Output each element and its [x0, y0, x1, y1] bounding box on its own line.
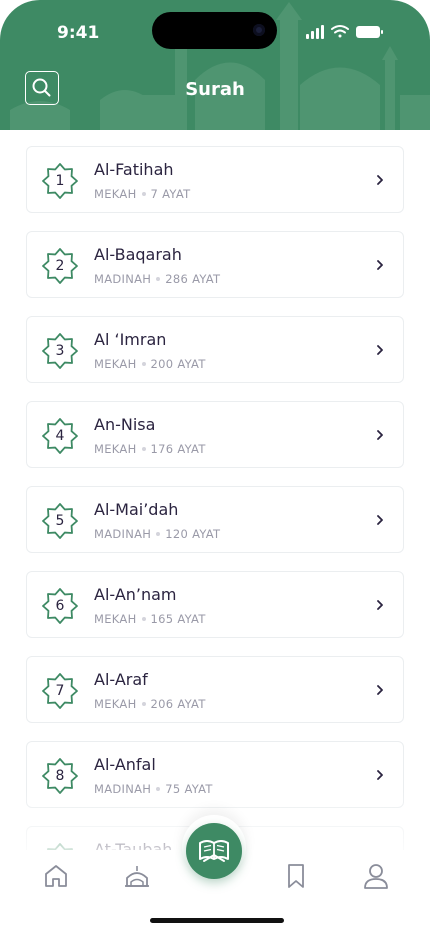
- surah-meta: MEKAH 7 AYAT: [94, 187, 190, 201]
- surah-place: MEKAH: [94, 357, 137, 371]
- surah-card[interactable]: 5 Al-Mai’dah MADINAH 120 AYAT: [26, 486, 404, 553]
- surah-meta: MEKAH 200 AYAT: [94, 357, 206, 371]
- surah-number: 1: [55, 173, 65, 189]
- status-icons: [306, 25, 383, 39]
- surah-card[interactable]: 6 Al-An’nam MEKAH 165 AYAT: [26, 571, 404, 638]
- surah-ayat-count: 200 AYAT: [150, 357, 206, 371]
- separator-dot: [156, 276, 161, 281]
- surah-number-badge: 6: [42, 588, 78, 624]
- header: 9:41 Surah: [0, 0, 430, 130]
- bookmark-icon[interactable]: [280, 860, 312, 892]
- chevron-right-icon: [377, 770, 383, 780]
- separator-dot: [141, 191, 146, 196]
- dynamic-island: [152, 12, 277, 49]
- separator-dot: [141, 701, 146, 706]
- surah-name: Al-An’nam: [94, 585, 177, 604]
- surah-meta: MADINAH 120 AYAT: [94, 527, 220, 541]
- surah-card[interactable]: 2 Al-Baqarah MADINAH 286 AYAT: [26, 231, 404, 298]
- surah-card[interactable]: 1 Al-Fatihah MEKAH 7 AYAT: [26, 146, 404, 213]
- surah-number-badge: 3: [42, 333, 78, 369]
- surah-meta: MADINAH 286 AYAT: [94, 272, 220, 286]
- chevron-right-icon: [377, 600, 383, 610]
- surah-ayat-count: 286 AYAT: [165, 272, 221, 286]
- surah-ayat-count: 176 AYAT: [150, 442, 206, 456]
- chevron-right-icon: [377, 345, 383, 355]
- surah-number-badge: 7: [42, 673, 78, 709]
- wifi-icon: [331, 25, 349, 38]
- surah-number-badge: 1: [42, 163, 78, 199]
- quran-button[interactable]: [186, 823, 242, 879]
- surah-ayat-count: 120 AYAT: [165, 527, 221, 541]
- surah-place: MEKAH: [94, 442, 137, 456]
- chevron-right-icon: [377, 175, 383, 185]
- status-time: 9:41: [57, 23, 100, 43]
- surah-name: Al-Baqarah: [94, 245, 182, 264]
- chevron-right-icon: [377, 685, 383, 695]
- surah-name: Al-Araf: [94, 670, 148, 689]
- surah-name: Al ‘Imran: [94, 330, 167, 349]
- chevron-right-icon: [377, 430, 383, 440]
- surah-place: MEKAH: [94, 187, 137, 201]
- camera-icon: [253, 24, 265, 36]
- surah-number: 5: [55, 513, 65, 529]
- surah-place: MADINAH: [94, 272, 152, 286]
- separator-dot: [156, 531, 161, 536]
- status-bar: 9:41: [0, 0, 430, 60]
- surah-card[interactable]: 3 Al ‘Imran MEKAH 200 AYAT: [26, 316, 404, 383]
- surah-ayat-count: 7 AYAT: [150, 187, 191, 201]
- quran-icon: [199, 840, 229, 862]
- surah-number: 7: [55, 683, 65, 699]
- surah-number: 2: [55, 258, 65, 274]
- separator-dot: [141, 361, 146, 366]
- surah-ayat-count: 165 AYAT: [150, 612, 206, 626]
- surah-number: 8: [55, 768, 65, 784]
- surah-card[interactable]: 7 Al-Araf MEKAH 206 AYAT: [26, 656, 404, 723]
- surah-place: MADINAH: [94, 527, 152, 541]
- surah-number-badge: 5: [42, 503, 78, 539]
- surah-number-badge: 8: [42, 758, 78, 794]
- separator-dot: [141, 446, 146, 451]
- surah-name: Al-Mai’dah: [94, 500, 179, 519]
- signal-icon: [306, 25, 324, 39]
- surah-meta: MEKAH 206 AYAT: [94, 697, 206, 711]
- surah-meta: MEKAH 165 AYAT: [94, 612, 206, 626]
- surah-ayat-count: 206 AYAT: [150, 697, 206, 711]
- profile-icon[interactable]: [360, 860, 392, 892]
- home-icon[interactable]: [40, 860, 72, 892]
- surah-number: 3: [55, 343, 65, 359]
- surah-number-badge: 2: [42, 248, 78, 284]
- surah-name: Al-Anfal: [94, 755, 156, 774]
- surah-number: 4: [55, 428, 65, 444]
- surah-number-badge: 4: [42, 418, 78, 454]
- chevron-right-icon: [377, 260, 383, 270]
- surah-number: 6: [55, 598, 65, 614]
- separator-dot: [141, 616, 146, 621]
- surah-name: An-Nisa: [94, 415, 156, 434]
- surah-place: MEKAH: [94, 697, 137, 711]
- page-title: Surah: [185, 79, 245, 100]
- chevron-right-icon: [377, 515, 383, 525]
- surah-place: MEKAH: [94, 612, 137, 626]
- home-indicator: [150, 918, 284, 923]
- surah-card[interactable]: 4 An-Nisa MEKAH 176 AYAT: [26, 401, 404, 468]
- mosque-icon[interactable]: [121, 860, 153, 892]
- surah-name: Al-Fatihah: [94, 160, 174, 179]
- battery-icon: [356, 26, 383, 38]
- surah-meta: MEKAH 176 AYAT: [94, 442, 206, 456]
